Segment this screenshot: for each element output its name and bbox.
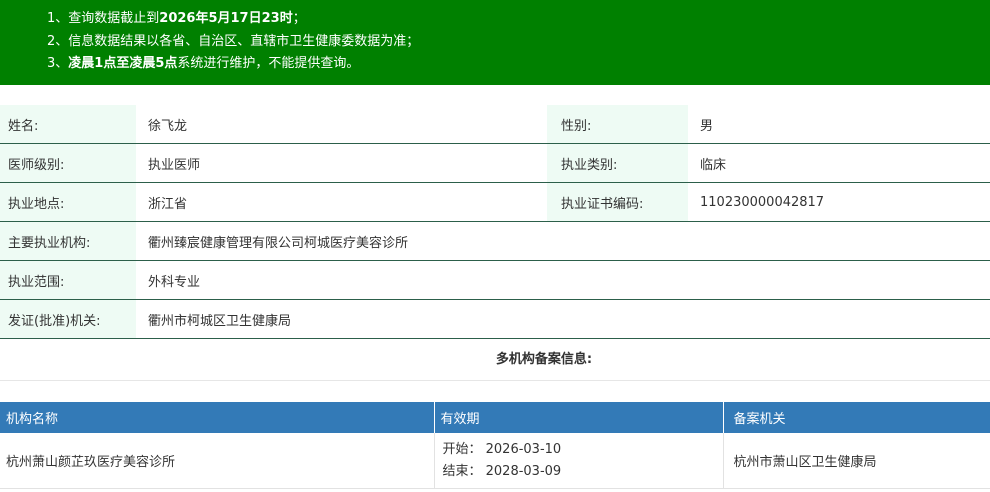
notice-line-3: 3、凌晨1点至凌晨5点系统进行维护，不能提供查询。 <box>47 53 990 76</box>
cert-label: 执业证书编码: <box>547 182 688 222</box>
name-value: 徐飞龙 <box>136 105 547 144</box>
category-label: 执业类别: <box>547 143 688 183</box>
info-row-name: 姓名: 徐飞龙 性别: 男 <box>0 105 990 144</box>
category-value: 临床 <box>688 143 990 183</box>
notice-line-1: 1、查询数据截止到2026年5月17日23时； <box>47 8 990 31</box>
notice-line-3-suffix: 系统进行维护，不能提供查询。 <box>177 56 360 71</box>
cert-value: 110230000042817 <box>688 182 990 222</box>
notice-banner: 1、查询数据截止到2026年5月17日23时； 2、信息数据结果以各省、自治区、… <box>0 0 990 85</box>
notice-line-3-prefix: 3、 <box>47 56 69 71</box>
header-institution: 机构名称 <box>0 402 435 433</box>
name-label: 姓名: <box>0 105 136 144</box>
header-registrar: 备案机关 <box>723 402 990 433</box>
validity-cell: 开始： 2026-03-10 结束： 2028-03-09 <box>434 433 724 489</box>
level-label: 医师级别: <box>0 143 136 183</box>
doctor-info-table: 姓名: 徐飞龙 性别: 男 医师级别: 执业医师 执业类别: 临床 执业地点: … <box>0 105 990 339</box>
issuer-label: 发证(批准)机关: <box>0 299 136 339</box>
notice-line-1-date: 2026年5月17日23时 <box>159 11 293 26</box>
table-row: 杭州萧山颜芷玖医疗美容诊所 开始： 2026-03-10 结束： 2028-03… <box>0 433 990 489</box>
level-value: 执业医师 <box>136 143 547 183</box>
issuer-value: 衢州市柯城区卫生健康局 <box>136 299 990 339</box>
info-row-location: 执业地点: 浙江省 执业证书编码: 110230000042817 <box>0 182 990 222</box>
table-header-row: 机构名称 有效期 备案机关 <box>0 402 990 433</box>
notice-line-1-prefix: 1、查询数据截止到 <box>47 11 160 26</box>
notice-line-2: 2、信息数据结果以各省、自治区、直辖市卫生健康委数据为准； <box>47 33 420 49</box>
notice-line-3-hours: 凌晨1点至凌晨5点 <box>68 56 178 71</box>
multi-institution-table: 机构名称 有效期 备案机关 杭州萧山颜芷玖医疗美容诊所 开始： 2026-03-… <box>0 402 990 489</box>
info-row-scope: 执业范围: 外科专业 <box>0 260 990 300</box>
validity-start: 开始： 2026-03-10 <box>442 441 562 457</box>
info-row-org: 主要执业机构: 衢州臻宸健康管理有限公司柯城医疗美容诊所 <box>0 221 990 261</box>
org-value: 衢州臻宸健康管理有限公司柯城医疗美容诊所 <box>136 221 990 261</box>
validity-end: 结束： 2028-03-09 <box>442 463 562 479</box>
institution-name: 杭州萧山颜芷玖医疗美容诊所 <box>0 433 435 489</box>
location-label: 执业地点: <box>0 182 136 222</box>
notice-line-1-suffix: ； <box>292 11 306 26</box>
gender-value: 男 <box>688 105 990 144</box>
header-validity: 有效期 <box>434 402 724 433</box>
scope-label: 执业范围: <box>0 260 136 300</box>
multi-institution-title: 多机构备案信息: <box>0 339 990 381</box>
location-value: 浙江省 <box>136 182 547 222</box>
registrar-name: 杭州市萧山区卫生健康局 <box>723 433 990 489</box>
org-label: 主要执业机构: <box>0 221 136 261</box>
info-row-level: 医师级别: 执业医师 执业类别: 临床 <box>0 143 990 183</box>
gender-label: 性别: <box>547 105 688 144</box>
info-row-issuer: 发证(批准)机关: 衢州市柯城区卫生健康局 <box>0 299 990 339</box>
scope-value: 外科专业 <box>136 260 990 300</box>
